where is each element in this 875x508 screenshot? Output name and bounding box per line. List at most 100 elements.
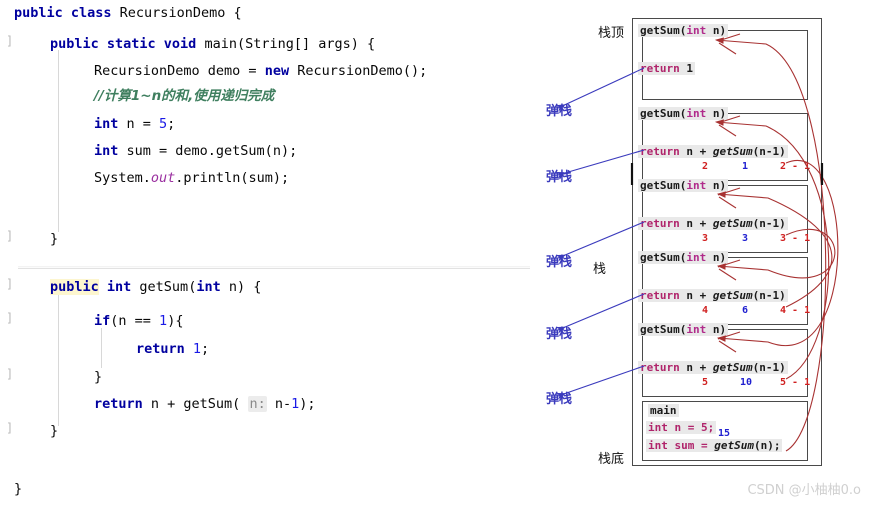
code-fold-marker-icon[interactable]: ] (6, 34, 13, 48)
main-frame-title: main (648, 404, 679, 417)
code-line[interactable]: } (94, 370, 102, 385)
code-token: RecursionDemo(); (297, 63, 428, 79)
frame-call-args: (n-1) (752, 289, 786, 302)
code-line[interactable]: if(n == 1){ (94, 314, 183, 329)
main-line-2-prefix: int sum = (648, 439, 715, 452)
frame-return-expr: 1 (679, 62, 693, 75)
code-line[interactable]: public int getSum(int n) { (50, 279, 261, 295)
stack-frame-title: getSum(int n) (638, 24, 729, 37)
code-token: return (136, 341, 193, 357)
code-fold-marker-icon[interactable]: ] (6, 311, 13, 325)
code-token: //计算1~n的和,使用递归完成 (94, 88, 275, 104)
frame-title-text: getSum( (640, 251, 687, 264)
code-line[interactable]: System.out.println(sum); (94, 171, 289, 186)
indent-guide (58, 292, 59, 426)
watermark: CSDN @小柚柚0.o (747, 483, 861, 498)
frame-return-expr: n + (679, 217, 713, 230)
code-token: ; (201, 341, 210, 357)
code-line[interactable]: int sum = demo.getSum(n); (94, 144, 297, 159)
code-token: n- (266, 396, 292, 412)
code-token: 1 (192, 341, 202, 357)
stack-frame-body: return n + getSum(n-1) (638, 145, 788, 158)
code-token: RecursionDemo demo = (94, 63, 265, 79)
code-line[interactable]: int n = 5; (94, 117, 175, 132)
screenshot-root: ]]]]]] public class RecursionDemo {publi… (0, 0, 875, 508)
frame-annotation-value: 2 (702, 161, 709, 172)
code-token: ){ (167, 313, 184, 329)
code-token: out (150, 170, 176, 186)
stack-frame-title: getSum(int n) (638, 107, 729, 120)
code-token: new (264, 63, 298, 79)
stack-frame-title: getSum(int n) (638, 251, 729, 264)
code-token: 5 (159, 116, 168, 132)
code-token: getSum( (139, 279, 197, 295)
frame-recursive-call: getSum (712, 289, 753, 302)
main-frame-line-1: int n = 5; (646, 421, 717, 434)
code-line[interactable]: public static void main(String[] args) { (50, 37, 375, 52)
frame-annotation-value: 10 (740, 377, 753, 388)
frame-return-keyword: return (640, 361, 680, 374)
code-token: int (94, 143, 127, 159)
main-line-2-call: getSum (714, 439, 754, 452)
code-token: 1 (159, 313, 168, 329)
frame-title-keyword: int (686, 323, 707, 336)
code-line[interactable]: } (14, 482, 22, 497)
label-pop-stack-4: 弹栈 (546, 327, 573, 342)
frame-recursive-call: getSum (712, 217, 753, 230)
stack-frame-body: return n + getSum(n-1) (638, 289, 788, 302)
code-fold-marker-icon[interactable]: ] (6, 367, 13, 381)
frame-recursive-call: getSum (712, 361, 753, 374)
code-editor[interactable]: ]]]]]] public class RecursionDemo {publi… (0, 0, 540, 508)
label-pop-stack-3: 弹栈 (546, 255, 573, 270)
code-line[interactable]: } (50, 232, 58, 247)
stack-frame-body: return n + getSum(n-1) (638, 361, 788, 374)
code-token: } (50, 231, 59, 247)
call-stack-diagram: 栈顶 栈底 栈 弹栈 弹栈 弹栈 弹栈 弹栈 getSum(int n) return 1… (540, 0, 875, 508)
code-token: int (98, 279, 140, 295)
frame-title-text: n) (706, 107, 727, 120)
code-token: int (196, 279, 229, 295)
stack-frame-title: getSum(int n) (638, 323, 729, 336)
code-line[interactable]: RecursionDemo demo = new RecursionDemo()… (94, 64, 427, 79)
code-token: main(String[] args) { (204, 36, 376, 52)
frame-annotation-value: 3 (702, 233, 709, 244)
frame-title-text: getSum( (640, 179, 687, 192)
main-line-1-text: int n = 5; (648, 421, 715, 434)
frame-return-keyword: return (640, 145, 680, 158)
code-token: ); (299, 396, 316, 412)
code-line[interactable]: public class RecursionDemo { (14, 6, 242, 21)
main-frame-result-value: 15 (718, 428, 731, 439)
label-pop-stack-2: 弹栈 (546, 170, 573, 185)
editor-gutter[interactable]: ]]]]]] (0, 0, 22, 508)
frame-return-expr: n + (679, 289, 713, 302)
frame-title-keyword: int (686, 251, 707, 264)
code-token: } (94, 369, 103, 385)
code-fold-marker-icon[interactable]: ] (6, 229, 13, 243)
frame-recursive-call: getSum (712, 145, 753, 158)
code-fold-marker-icon[interactable]: ] (6, 421, 13, 435)
code-line[interactable]: return n + getSum( n: n-1); (94, 396, 316, 412)
frame-annotation-value: 5 - 1 (780, 377, 811, 388)
code-token: public (50, 279, 99, 295)
code-line[interactable]: } (50, 424, 58, 439)
stack-frame-body: return 1 (638, 62, 695, 75)
code-token: } (14, 481, 23, 497)
code-token: public class (14, 5, 120, 21)
frame-return-expr: n + (679, 145, 713, 158)
frame-call-args: (n-1) (752, 217, 786, 230)
label-pop-stack-5: 弹栈 (546, 392, 573, 407)
frame-annotation-value: 3 - 1 (780, 233, 811, 244)
code-token: .println(sum); (175, 170, 290, 186)
code-token: ; (167, 116, 176, 132)
label-stack-top: 栈顶 (598, 26, 625, 41)
method-separator (18, 268, 530, 269)
main-frame-line-2: int sum = getSum(n); (646, 439, 783, 452)
code-fold-marker-icon[interactable]: ] (6, 277, 13, 291)
label-stack: 栈 (593, 262, 607, 277)
code-token: int (94, 116, 127, 132)
code-token: public static void (50, 36, 205, 52)
frame-call-args: (n-1) (752, 145, 786, 158)
frame-title-text: getSum( (640, 107, 687, 120)
code-line[interactable]: return 1; (136, 342, 209, 357)
code-line[interactable]: //计算1~n的和,使用递归完成 (94, 89, 274, 104)
